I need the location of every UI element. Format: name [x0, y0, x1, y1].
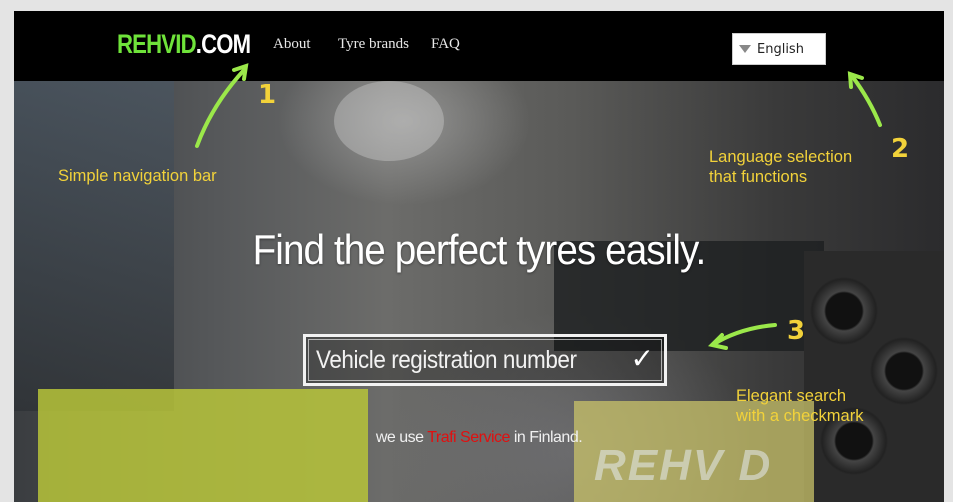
annotation-search-line1: Elegant search	[736, 387, 847, 405]
annotation-nav: Simple navigation bar	[58, 167, 217, 185]
annotation-language-line2: that functions	[709, 168, 808, 186]
annotation-arrows	[195, 63, 882, 350]
annotation-number-2: 2	[891, 134, 910, 164]
annotation-language-line1: Language selection	[709, 148, 853, 166]
annotation-number-3: 3	[787, 316, 806, 346]
annotation-language: Language selection that functions	[709, 147, 852, 187]
annotation-number-1: 1	[258, 80, 277, 110]
annotation-search-line2: with a checkmark	[736, 407, 864, 425]
annotation-search: Elegant search with a checkmark	[736, 386, 863, 426]
